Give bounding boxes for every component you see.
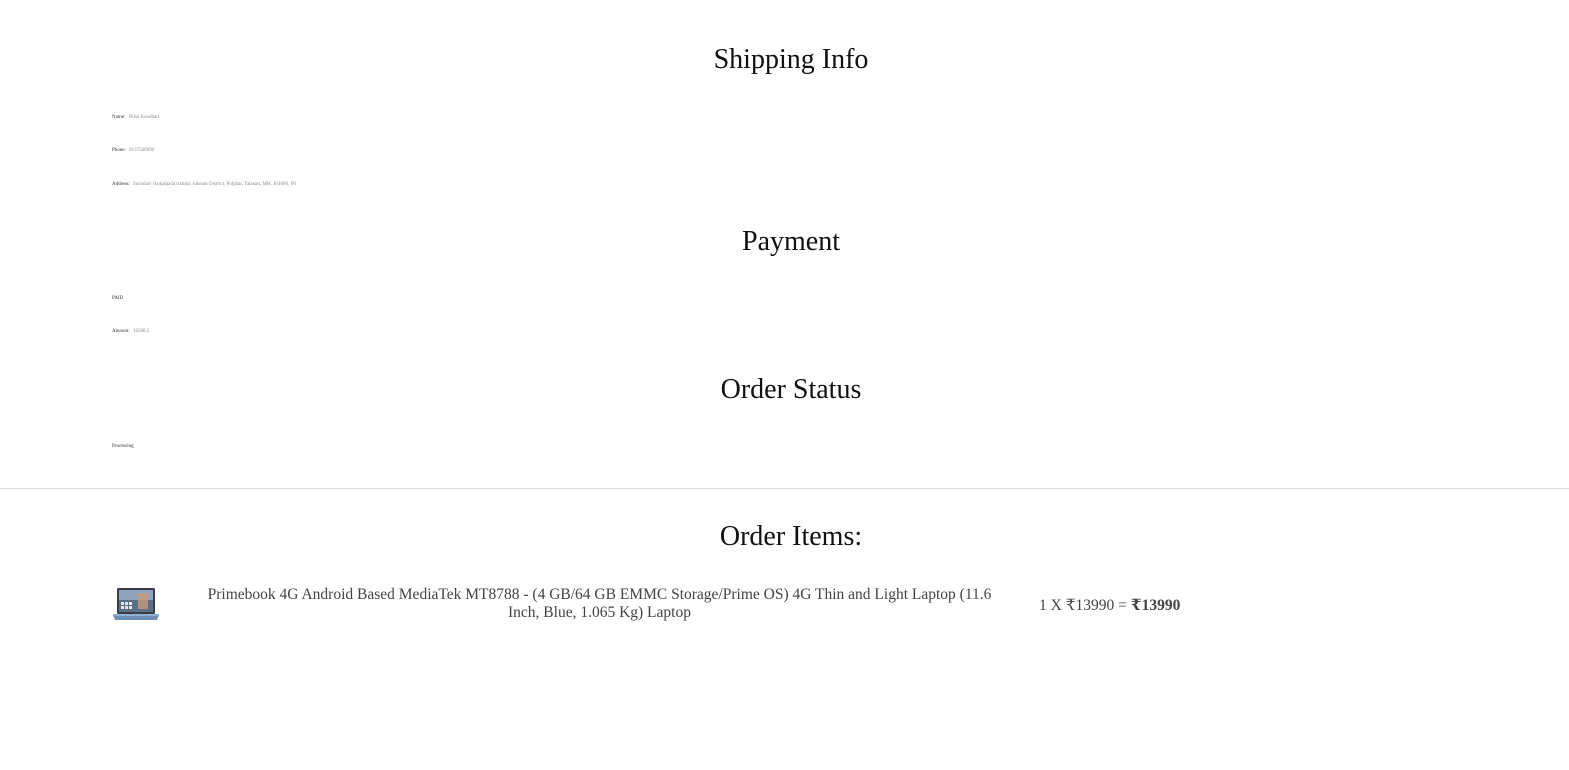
amount-label: Amount: (112, 329, 130, 334)
order-details-page: Shipping Info Name: Nilsa Kondhari Phone… (0, 0, 1569, 770)
order-items-heading: Order Items: (719, 521, 863, 552)
shipping-name-row: Name: Nilsa Kondhari (112, 115, 159, 120)
amount-value: 16508.2 (133, 329, 150, 334)
laptop-image[interactable] (112, 587, 160, 621)
item-price: 1 X ₹13990 = ₹13990 (1039, 595, 1180, 615)
payment-status: PAID (112, 296, 124, 301)
address-label: Address: (112, 182, 130, 187)
order-status-value: Processing (112, 444, 134, 449)
phone-label: Phone: (112, 148, 126, 153)
address-value: Suroshav (kokalpada) talukn, tukeam Dist… (133, 182, 296, 187)
item-qty-price: 1 X ₹13990 = (1039, 597, 1127, 614)
item-total: ₹13990 (1130, 597, 1181, 614)
item-name-link[interactable]: Primebook 4G Android Based MediaTek MT87… (192, 586, 1007, 622)
shipping-info-heading: Shipping Info (713, 44, 869, 75)
payment-amount-row: Amount: 16508.2 (112, 329, 149, 334)
shipping-phone-row: Phone: 9137566690 (112, 148, 154, 153)
name-value: Nilsa Kondhari (128, 115, 160, 120)
section-divider (0, 488, 1569, 489)
order-status-heading: Order Status (720, 374, 862, 405)
name-label: Name: (112, 115, 126, 120)
shipping-address-row: Address: Suroshav (kokalpada) talukn, tu… (112, 182, 296, 187)
payment-heading: Payment (742, 226, 840, 257)
phone-value: 9137566690 (129, 148, 155, 153)
order-item-row: Primebook 4G Android Based MediaTek MT87… (112, 584, 1212, 624)
